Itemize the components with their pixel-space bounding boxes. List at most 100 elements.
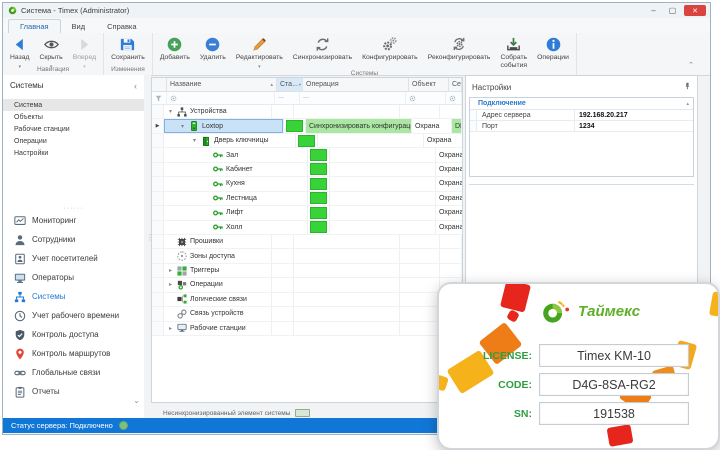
ribbon-button-icon: [314, 36, 331, 53]
ribbon-button[interactable]: Редактировать: [231, 34, 288, 66]
tree-row[interactable]: ▶ ▸ Операции: [152, 278, 462, 292]
status-cell: [272, 307, 294, 320]
operation-cell: [330, 177, 436, 190]
ribbon-button-icon: [76, 36, 93, 53]
license-card: Таймекс LICENSE: Timex KM-10 CODE: D4G-8…: [437, 282, 720, 450]
expander-icon[interactable]: ▾: [179, 123, 186, 130]
maximize-icon[interactable]: ▢: [665, 5, 680, 16]
tree-row[interactable]: ▶ Логические связи: [152, 293, 462, 307]
sidebar-nav-item[interactable]: Мониторинг: [3, 211, 144, 230]
row-icon: [212, 164, 224, 175]
tree-row[interactable]: ▶ Связь устройств: [152, 307, 462, 321]
sidebar-panel-item[interactable]: Операции: [3, 135, 144, 147]
sidebar-nav-item[interactable]: Сотрудники: [3, 230, 144, 249]
tree-row[interactable]: ▶ ▸ Триггеры: [152, 264, 462, 278]
ribbon-button[interactable]: Синхронизировать: [288, 34, 357, 62]
collapse-panel-icon[interactable]: [134, 81, 137, 91]
expander-icon[interactable]: ▾: [167, 108, 174, 115]
row-indicator: ▶: [152, 148, 164, 161]
nav-item-icon: [13, 347, 26, 360]
tree-row[interactable]: ▶ Зал: [152, 148, 462, 162]
property-row[interactable]: Порт 1234: [470, 121, 693, 132]
row-icon: [212, 193, 224, 204]
pin-icon[interactable]: [683, 82, 691, 92]
ribbon-button-icon: [204, 36, 221, 53]
filter-icon[interactable]: [167, 92, 275, 104]
ribbon-button-icon: [119, 36, 136, 53]
ribbon-button[interactable]: Вперед: [68, 34, 101, 66]
vertical-splitter[interactable]: [144, 75, 151, 418]
settings-group-connection[interactable]: Подключение: [470, 98, 693, 110]
sidebar-panel-item[interactable]: Объекты: [3, 111, 144, 123]
tree-row[interactable]: ▶ ▾ Устройства: [152, 105, 462, 119]
filter-cell[interactable]: [275, 92, 300, 104]
expander-icon[interactable]: ▸: [167, 281, 174, 288]
ribbon-group-label: Навигация: [5, 66, 101, 75]
column-header-operation[interactable]: Операция: [303, 78, 409, 91]
tree-row[interactable]: ▶ Кухня: [152, 177, 462, 191]
status-cell: [272, 105, 294, 118]
property-value[interactable]: 192.168.20.217: [575, 110, 693, 120]
ribbon-button-icon: [545, 36, 562, 53]
expander-icon[interactable]: ▸: [167, 267, 174, 274]
title-bar[interactable]: Система - Timex (Administrator) – ▢ ✕: [3, 3, 710, 19]
tree-row[interactable]: ▶ Холл: [152, 221, 462, 235]
expander-icon[interactable]: ▾: [191, 137, 198, 144]
sidebar-nav-item[interactable]: Контроль маршрутов: [3, 344, 144, 363]
tree-row[interactable]: ▶ ▾ Loxtop Синхронизировать: [152, 119, 462, 133]
sidebar-nav-item[interactable]: Глобальные связи: [3, 363, 144, 382]
timex-brand: Таймекс: [541, 296, 640, 326]
sidebar-panel-item[interactable]: Система: [3, 99, 144, 111]
filter-cell[interactable]: [300, 92, 406, 104]
property-value[interactable]: 1234: [575, 121, 693, 131]
nav-item-icon: [13, 385, 26, 398]
confetti: [709, 291, 720, 316]
status-cell: [308, 206, 330, 219]
tree-row[interactable]: ▶ Зоны доступа: [152, 249, 462, 263]
sidebar-nav-item[interactable]: Операторы: [3, 268, 144, 287]
ribbon-button[interactable]: Назад: [5, 34, 34, 66]
tree-row[interactable]: ▶ Лифт: [152, 206, 462, 220]
row-icon: [176, 106, 188, 117]
ribbon-tab[interactable]: Справка: [96, 20, 147, 33]
ribbon-button[interactable]: Операции: [532, 34, 574, 62]
ribbon-button[interactable]: Скрыть: [34, 34, 67, 66]
column-header-name[interactable]: Название: [167, 78, 277, 91]
expander-icon[interactable]: ▸: [167, 325, 174, 332]
tree-row[interactable]: ▶ Прошивки: [152, 235, 462, 249]
ribbon-button[interactable]: Собрать события: [495, 34, 532, 70]
ribbon-tab[interactable]: Вид: [61, 20, 97, 33]
ribbon-button[interactable]: Конфигурировать: [357, 34, 423, 62]
ribbon-tab[interactable]: Главная: [8, 19, 61, 34]
ribbon-group-changes: Сохранить Изменения: [104, 33, 153, 75]
tree-row[interactable]: ▶ Лестница: [152, 192, 462, 206]
sidebar-nav-item[interactable]: Учет посетителей: [3, 249, 144, 268]
column-header-status[interactable]: Ста...: [277, 78, 303, 91]
tree-row[interactable]: ▶ Кабинет: [152, 163, 462, 177]
row-icon: [176, 294, 188, 305]
nav-overflow-chevron-icon[interactable]: [133, 390, 140, 408]
filter-icon[interactable]: [446, 92, 462, 104]
sidebar-panel-item[interactable]: Настройки: [3, 147, 144, 159]
ribbon-button[interactable]: Удалить: [195, 34, 231, 62]
sidebar-nav-item[interactable]: Контроль доступа: [3, 325, 144, 344]
ribbon-collapse-icon[interactable]: [688, 61, 694, 69]
sidebar-nav-item[interactable]: Учет рабочего времени: [3, 306, 144, 325]
tree-row[interactable]: ▶ ▾ Дверь ключницы: [152, 134, 462, 148]
property-row[interactable]: Адрес сервера 192.168.20.217: [470, 110, 693, 121]
sidebar-panel-item[interactable]: Рабочие станции: [3, 123, 144, 135]
grid-filter-row[interactable]: [152, 92, 462, 105]
minimize-icon[interactable]: –: [646, 5, 661, 16]
column-header-service[interactable]: Сервис: [449, 78, 462, 91]
close-icon[interactable]: ✕: [684, 5, 706, 16]
operation-cell: [294, 293, 400, 306]
nav-item-icon: [13, 233, 26, 246]
ribbon-button[interactable]: Реконфигурировать: [423, 34, 496, 62]
ribbon-button[interactable]: Добавить: [155, 34, 195, 62]
filter-icon[interactable]: [406, 92, 446, 104]
column-header-object[interactable]: Объект: [409, 78, 449, 91]
ribbon-button[interactable]: Сохранить: [106, 34, 150, 62]
sidebar-nav-item[interactable]: Системы: [3, 287, 144, 306]
tree-row[interactable]: ▶ ▸ Рабочие станции: [152, 322, 462, 336]
sidebar-nav-item[interactable]: Отчеты: [3, 382, 144, 401]
